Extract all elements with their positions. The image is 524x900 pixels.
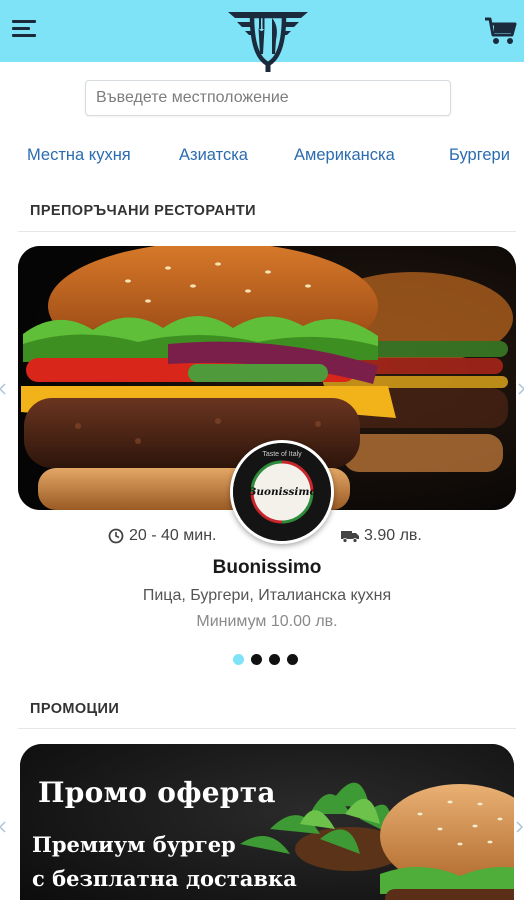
logo-text: Buonissimo [246, 486, 316, 498]
carousel-dot[interactable] [233, 654, 244, 665]
fork-knife-logo-icon[interactable] [225, 4, 311, 72]
category-tab-burgers[interactable]: Бургери [449, 146, 510, 165]
restaurant-minimum-order: Минимум 10.00 лв. [196, 613, 338, 630]
recommended-section-title: ПРЕПОРЪЧАНИ РЕСТОРАНТИ [30, 203, 256, 219]
restaurant-logo: Taste of Italy Buonissimo [233, 443, 331, 541]
restaurant-name[interactable]: Buonissimo [0, 557, 524, 579]
delivery-fee-text: 3.90 лв. [364, 527, 422, 544]
promo-next-arrow-icon[interactable] [514, 820, 524, 834]
carousel-dot[interactable] [251, 654, 262, 665]
location-search-input[interactable] [85, 80, 451, 116]
divider [18, 728, 516, 729]
menu-button[interactable] [12, 20, 36, 40]
promo-line-1: Премиум бургер [32, 832, 236, 857]
restaurant-cuisine: Пица, Бургери, Италианска кухня [142, 587, 392, 604]
promo-headline: Промо оферта [38, 776, 276, 809]
top-app-bar [0, 0, 524, 72]
promo-banner[interactable]: Промо оферта Премиум бургер с безплатна … [20, 744, 514, 900]
delivery-fee: 3.90 лв. [341, 527, 422, 545]
shopping-cart-icon[interactable] [484, 15, 518, 47]
carousel-prev-arrow-icon[interactable] [0, 382, 8, 396]
divider [18, 231, 516, 232]
promo-line-2: с безплатна доставка [32, 866, 297, 891]
clock-icon [108, 528, 124, 544]
carousel-pagination [233, 654, 298, 666]
promotions-section-title: ПРОМОЦИИ [30, 701, 120, 717]
category-tab-american[interactable]: Американска [294, 146, 395, 165]
promo-prev-arrow-icon[interactable] [0, 820, 8, 834]
restaurant-logo-avatar[interactable]: Taste of Italy Buonissimo [230, 440, 334, 544]
category-tabs: Местна кухня Азиатска Американска Бургер… [0, 146, 524, 172]
delivery-time: 20 - 40 мин. [108, 527, 216, 545]
logo-subtext: Taste of Italy [262, 451, 302, 458]
truck-icon [341, 531, 359, 543]
promo-subtext: Премиум бургер с безплатна доставка [32, 828, 297, 896]
carousel-dot[interactable] [269, 654, 280, 665]
category-tab-asian[interactable]: Азиатска [179, 146, 248, 165]
delivery-time-text: 20 - 40 мин. [129, 527, 217, 544]
carousel-dot[interactable] [287, 654, 298, 665]
category-tab-local[interactable]: Местна кухня [27, 146, 131, 165]
carousel-next-arrow-icon[interactable] [516, 382, 524, 396]
hamburger-menu-icon [12, 20, 36, 23]
